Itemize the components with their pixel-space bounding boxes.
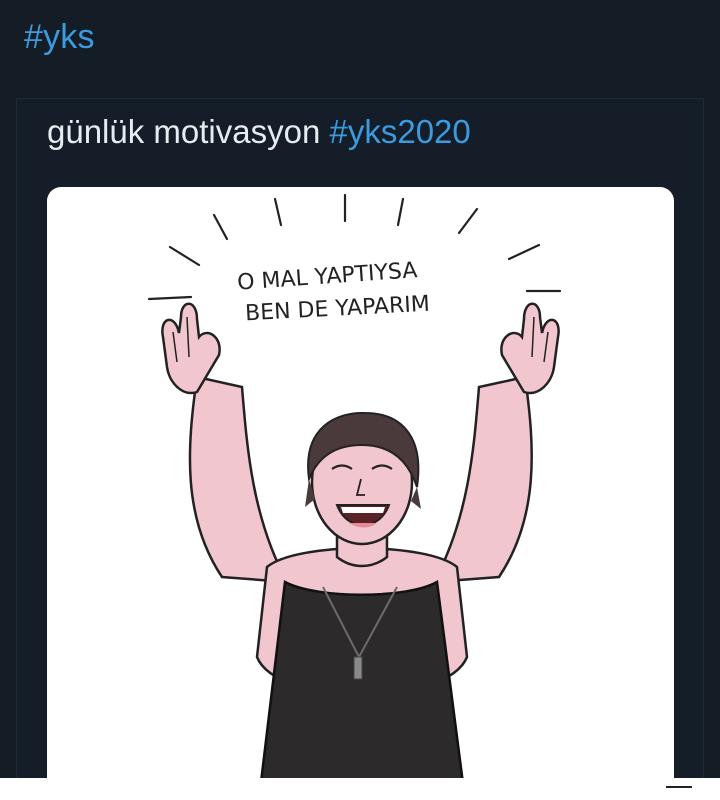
home-indicator [666,786,692,788]
tank-top [257,579,467,799]
head [305,411,421,546]
left-arm [161,302,290,584]
bottom-strip [0,778,720,800]
screen: #yks günlük motivasyon #yks2020 O MAL YA… [0,0,720,800]
tweet-hashtag-link[interactable]: #yks2020 [330,113,471,150]
right-arm [431,302,560,584]
caption-line-2: BEN DE YAPARIM [245,292,431,327]
caption-line-1: O MAL YAPTIYSA [236,258,418,296]
cartoon-illustration: O MAL YAPTIYSA BEN DE YAPARIM [147,193,562,799]
hashtag-header-link[interactable]: #yks [24,18,95,57]
torso [255,547,469,799]
tweet-media-image[interactable]: O MAL YAPTIYSA BEN DE YAPARIM [47,187,674,799]
tweet-body-text: günlük motivasyon [47,113,321,150]
caption: O MAL YAPTIYSA BEN DE YAPARIM [236,258,430,326]
tweet-card[interactable]: günlük motivasyon #yks2020 O MAL YAPTIYS… [16,98,704,799]
tweet-text: günlük motivasyon #yks2020 [47,113,471,151]
